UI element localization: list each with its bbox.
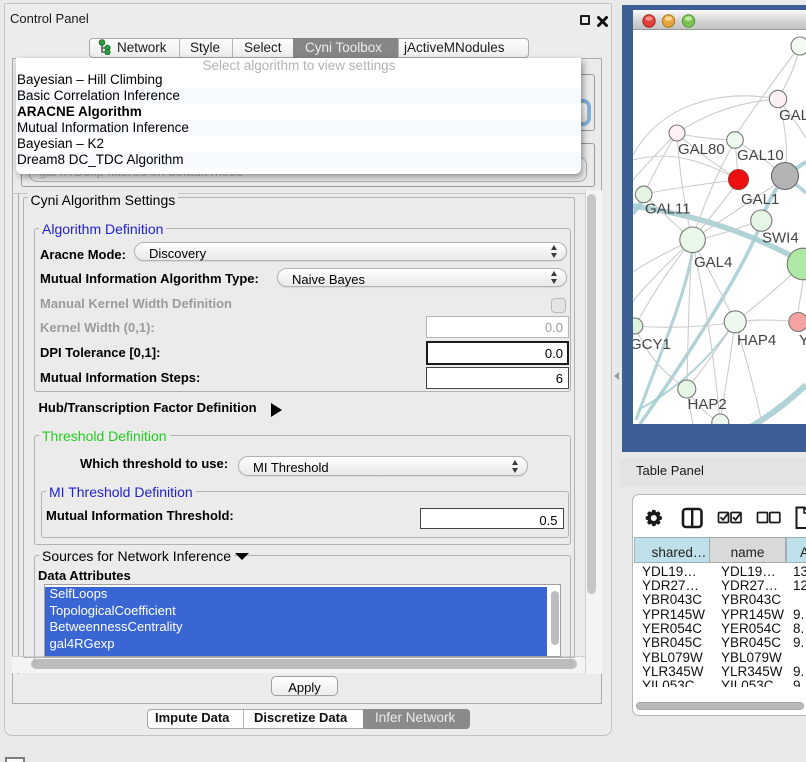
svg-text:GAL10: GAL10 <box>737 147 784 164</box>
svg-text:GAL80: GAL80 <box>678 141 725 158</box>
svg-text:GAL11: GAL11 <box>645 201 691 218</box>
svg-text:SWI4: SWI4 <box>762 230 799 247</box>
svg-text:Y: Y <box>799 332 806 349</box>
svg-text:GAL1: GAL1 <box>741 191 779 208</box>
svg-text:GAL4: GAL4 <box>694 254 732 271</box>
svg-text:GAL: GAL <box>779 107 806 124</box>
svg-text:HAP2: HAP2 <box>688 396 727 413</box>
svg-text:GCY1: GCY1 <box>633 336 671 353</box>
svg-text:HAP4: HAP4 <box>737 332 776 349</box>
